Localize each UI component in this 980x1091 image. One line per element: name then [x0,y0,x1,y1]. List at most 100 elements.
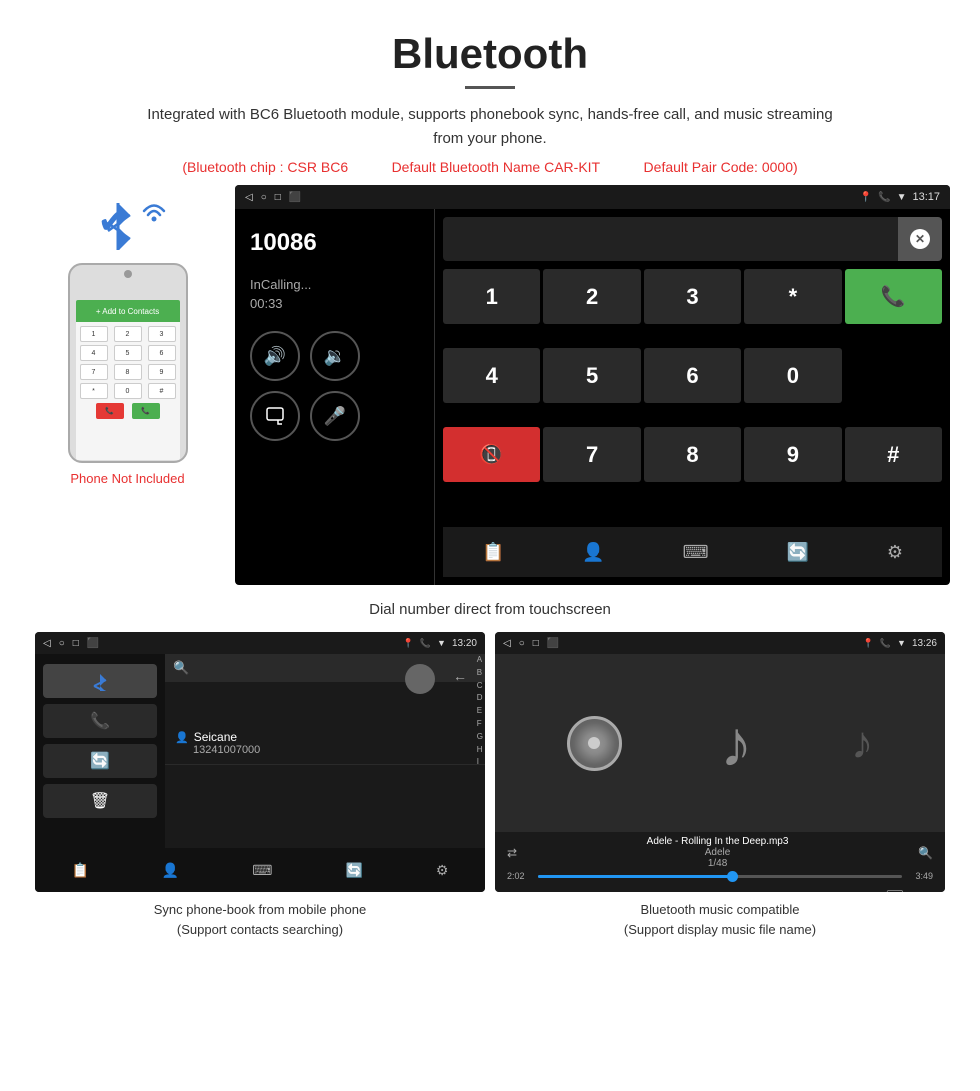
dialpad-icon[interactable]: ⌨ [683,542,709,563]
pb-recents-icon: □ [73,638,79,649]
phone-key-7[interactable]: 7 [80,364,108,380]
dial-control-row-2: 🎤 [250,391,419,441]
phone-key-1[interactable]: 1 [80,326,108,342]
phonebook-caption-line2: (Support contacts searching) [177,922,343,937]
pb-main: 🔍 ← 👤 Seicane 13241007000 [165,654,485,848]
end-call-red-button[interactable]: 📵 [443,427,540,482]
music-list-icon[interactable]: ☰ [610,889,624,892]
music-eq-icon[interactable]: 🎛 [885,889,905,892]
bottom-panels: ◁ ○ □ ⬛ 📍 📞 ▼ 13:20 [0,632,980,947]
phone-key-star[interactable]: * [80,383,108,399]
pb-location-icon: 📍 [403,638,414,649]
pb-delete-icon[interactable]: 🗑 [43,784,157,818]
key-0[interactable]: 0 [744,348,841,403]
phone-key-0[interactable]: 0 [114,383,142,399]
music-play-icon[interactable]: ⏸ [750,888,760,893]
phone-key-3[interactable]: 3 [148,326,176,342]
key-3[interactable]: 3 [644,269,741,324]
key-1[interactable]: 1 [443,269,540,324]
music-track-count: 1/48 [647,858,789,869]
pb-bt-icon[interactable] [43,664,157,698]
phone-key-8[interactable]: 8 [114,364,142,380]
music-btn-row: 📁 ☰ ⏮ ⏸ ⏭ 🎛 [507,885,933,892]
home-icon: ○ [261,192,267,203]
mute-button[interactable]: 🎤 [310,391,360,441]
pb-back-icon: ◁ [43,638,51,649]
key-6[interactable]: 6 [644,348,741,403]
pb-bottom-settings-icon[interactable]: ⚙ [436,862,449,879]
android-dial-screen: ◁ ○ □ ⬛ 📍 📞 ▼ 13:17 10086 InCalling... 0… [235,185,950,585]
phone-keyrow-3: 7 8 9 [80,364,176,380]
phone-keyrow-1: 1 2 3 [80,326,176,342]
pb-bottom-contacts-icon[interactable]: 👤 [162,862,179,879]
pb-search-bar: 🔍 [165,654,485,682]
pb-back-arrow[interactable]: ← [453,668,467,684]
music-progress-bar[interactable] [538,875,902,878]
music-caption-line2: (Support display music file name) [624,922,816,937]
volume-down-button[interactable]: 🔉 [310,331,360,381]
spec-chip: (Bluetooth chip : CSR BC6 [182,159,348,175]
music-track-info: ⇄ Adele - Rolling In the Deep.mp3 Adele … [507,836,933,869]
key-hash[interactable]: # [845,427,942,482]
pb-phone-icon: 📞 [420,638,431,649]
phone-key-2[interactable]: 2 [114,326,142,342]
pb-bottom-transfer-icon[interactable]: 🔄 [345,862,362,879]
music-progress-dot [727,871,738,882]
call-log-icon[interactable]: 📋 [482,542,504,563]
music-screenshot-icon: ⬛ [547,638,559,649]
phone-image: + Add to Contacts 1 2 3 4 5 6 7 [68,263,188,463]
wifi-status-icon: ▼ [897,192,907,203]
music-search-icon[interactable]: 🔍 [918,846,933,860]
pb-bottom-call-icon[interactable]: 📋 [71,862,88,879]
phone-key-9[interactable]: 9 [148,364,176,380]
spec-code: Default Pair Code: 0000) [644,159,798,175]
pb-call-icon[interactable]: 📞 [43,704,157,738]
music-folder-icon[interactable]: 📁 [535,889,555,892]
music-note-side-icon: ♪ [851,717,874,769]
contact-row[interactable]: 👤 Seicane 13241007000 [165,722,485,765]
dial-status-bar: ◁ ○ □ ⬛ 📍 📞 ▼ 13:17 [235,185,950,209]
phone-call-btn[interactable]: 📞 [132,403,160,419]
key-star[interactable]: * [744,269,841,324]
transfer-icon[interactable]: 🔄 [787,542,809,563]
settings-icon[interactable]: ⚙ [887,542,903,563]
bt-icon [96,195,146,250]
phone-call-row: 📞 📞 [80,403,176,419]
dial-content: 10086 InCalling... 00:33 🔊 🔉 🎤 [235,209,950,585]
music-prev-icon[interactable]: ⏮ [680,890,694,892]
call-green-button[interactable]: 📞 [845,269,942,324]
phone-key-5[interactable]: 5 [114,345,142,361]
key-4[interactable]: 4 [443,348,540,403]
music-track-artist: Adele [647,847,789,858]
music-next-icon[interactable]: ⏭ [815,890,829,892]
phone-key-hash[interactable]: # [148,383,176,399]
key-5[interactable]: 5 [543,348,640,403]
wifi-waves-icon [140,201,168,235]
music-shuffle-icon[interactable]: ⇄ [507,846,517,860]
contact-number: 13241007000 [193,744,475,756]
phone-keyrow-4: * 0 # [80,383,176,399]
phone-key-6[interactable]: 6 [148,345,176,361]
recents-icon: □ [275,192,281,203]
music-phone-icon: 📞 [880,638,891,649]
dial-backspace-button[interactable]: ✕ [898,217,942,261]
pb-sidebar: 📞 🔄 🗑 [35,654,165,848]
music-left-col [567,716,622,771]
music-caption-line1: Bluetooth music compatible [641,902,800,917]
pb-bottom-dialpad-icon[interactable]: ⌨ [252,862,272,879]
music-note-main-icon: ♪ [720,706,753,781]
transfer-button[interactable] [250,391,300,441]
call-caption: Dial number direct from touchscreen [0,593,980,632]
phone-key-4[interactable]: 4 [80,345,108,361]
dial-time: 13:17 [912,191,940,203]
key-9[interactable]: 9 [744,427,841,482]
volume-up-button[interactable]: 🔊 [250,331,300,381]
call-section: ✔ [0,185,980,585]
key-7[interactable]: 7 [543,427,640,482]
key-2[interactable]: 2 [543,269,640,324]
music-status-bar: ◁ ○ □ ⬛ 📍 📞 ▼ 13:26 [495,632,945,654]
phone-end-btn[interactable]: 📞 [96,403,124,419]
key-8[interactable]: 8 [644,427,741,482]
pb-sync-icon[interactable]: 🔄 [43,744,157,778]
contacts-icon[interactable]: 👤 [582,542,604,563]
